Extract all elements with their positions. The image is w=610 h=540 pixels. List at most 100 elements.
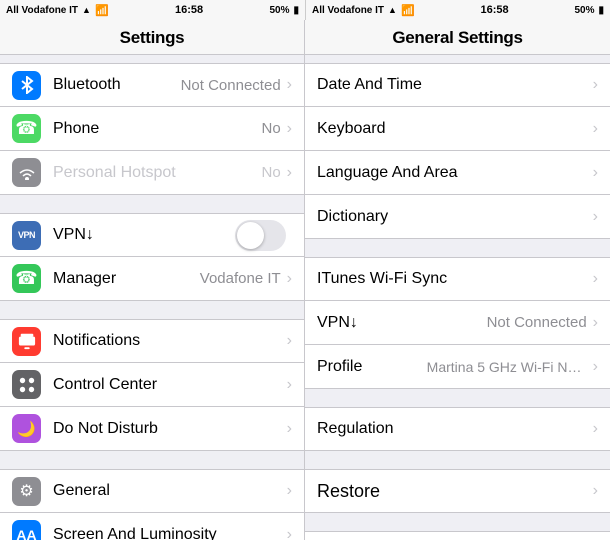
general-icon: ⚙ — [12, 477, 41, 506]
restore-label: Restore — [317, 481, 591, 502]
section-itunes: ITunes Wi-Fi Sync › VPN↓ Not Connected ›… — [305, 257, 610, 389]
phone-icon: ☎ — [12, 114, 41, 143]
itunes-wifi-chevron: › — [593, 270, 598, 288]
time-right: 16:58 — [481, 4, 509, 16]
do-not-disturb-label: Do Not Disturb — [53, 420, 285, 438]
notifications-icon — [12, 327, 41, 356]
battery-icon-right: ▮ — [598, 5, 604, 16]
manager-chevron: › — [287, 270, 292, 288]
row-profile[interactable]: Profile Martina 5 GHz Wi-Fi Network › — [305, 345, 610, 389]
row-dictionary[interactable]: Dictionary › — [305, 195, 610, 239]
row-screen[interactable]: AA Screen And Luminosity › — [0, 513, 304, 540]
profile-value: Martina 5 GHz Wi-Fi Network — [427, 359, 587, 375]
manager-value: Vodafone IT — [200, 270, 281, 287]
wifi-right: 📶 — [401, 4, 415, 17]
signal-left: ▲ — [82, 5, 91, 15]
row-bluetooth[interactable]: Bluetooth Not Connected › — [0, 63, 304, 107]
row-language[interactable]: Language And Area › — [305, 151, 610, 195]
screen-label: Screen And Luminosity — [53, 526, 285, 540]
dictionary-chevron: › — [593, 208, 598, 226]
section-display: ⚙ General › AA Screen And Luminosity › ❋… — [0, 469, 304, 540]
section-regulation: Regulation › — [305, 407, 610, 451]
profile-chevron: › — [593, 358, 598, 376]
notifications-label: Notifications — [53, 332, 285, 350]
keyboard-label: Keyboard — [317, 120, 591, 138]
battery-pct-right: 50% — [574, 5, 594, 16]
hotspot-label: Personal Hotspot — [53, 164, 261, 182]
phone-label: Phone — [53, 120, 261, 138]
row-turn[interactable]: Turn — [305, 531, 610, 540]
row-do-not-disturb[interactable]: 🌙 Do Not Disturb › — [0, 407, 304, 451]
row-keyboard[interactable]: Keyboard › — [305, 107, 610, 151]
bluetooth-icon — [12, 71, 41, 100]
main-content: Settings Bluetooth Not Connected › ☎ Pho… — [0, 20, 610, 540]
date-time-chevron: › — [593, 76, 598, 94]
wifi-left: 📶 — [95, 4, 109, 17]
battery-pct-left: 50% — [269, 5, 289, 16]
vpn-right-chevron: › — [593, 314, 598, 332]
bluetooth-label: Bluetooth — [53, 76, 181, 94]
screen-icon: AA — [12, 520, 41, 540]
status-bar: All Vodafone IT ▲ 📶 16:58 50% ▮ All Voda… — [0, 0, 610, 20]
manager-icon: ☎ — [12, 264, 41, 293]
control-center-label: Control Center — [53, 376, 285, 394]
row-date-time[interactable]: Date And Time › — [305, 63, 610, 107]
dictionary-label: Dictionary — [317, 208, 591, 226]
regulation-chevron: › — [593, 420, 598, 438]
phone-chevron: › — [287, 120, 292, 138]
section-vpn: VPN VPN↓ ☎ Manager Vodafone IT › — [0, 213, 304, 301]
row-regulation[interactable]: Regulation › — [305, 407, 610, 451]
right-panel-title: General Settings — [392, 28, 522, 47]
row-phone[interactable]: ☎ Phone No › — [0, 107, 304, 151]
manager-label: Manager — [53, 270, 200, 288]
row-general[interactable]: ⚙ General › — [0, 469, 304, 513]
carrier-right: All Vodafone IT — [312, 5, 384, 16]
vpn-right-value: Not Connected — [487, 314, 587, 331]
date-time-label: Date And Time — [317, 76, 591, 94]
left-panel: Settings Bluetooth Not Connected › ☎ Pho… — [0, 20, 305, 540]
vpn-icon: VPN — [12, 221, 41, 250]
general-label: General — [53, 482, 285, 500]
carrier-left: All Vodafone IT — [6, 5, 78, 16]
profile-label: Profile — [317, 358, 427, 376]
vpn-toggle[interactable] — [235, 220, 286, 251]
vpn-label: VPN↓ — [53, 226, 235, 244]
left-panel-title: Settings — [120, 28, 185, 47]
bluetooth-chevron: › — [287, 76, 292, 94]
section-turn: Turn — [305, 531, 610, 540]
phone-value: No — [261, 120, 280, 137]
row-restore[interactable]: Restore › — [305, 469, 610, 513]
hotspot-chevron: › — [287, 164, 292, 182]
row-vpn-right[interactable]: VPN↓ Not Connected › — [305, 301, 610, 345]
row-vpn[interactable]: VPN VPN↓ — [0, 213, 304, 257]
right-panel: General Settings Date And Time › Keyboar… — [305, 20, 610, 540]
status-bar-right: All Vodafone IT ▲ 📶 16:58 50% ▮ — [305, 0, 610, 20]
do-not-disturb-chevron: › — [287, 420, 292, 438]
language-label: Language And Area — [317, 164, 591, 182]
section-controls: Notifications › Control Center › 🌙 Do N — [0, 319, 304, 451]
do-not-disturb-icon: 🌙 — [12, 414, 41, 443]
hotspot-value: No — [261, 164, 280, 181]
itunes-wifi-label: ITunes Wi-Fi Sync — [317, 270, 591, 288]
screen-chevron: › — [287, 526, 292, 540]
row-itunes-wifi[interactable]: ITunes Wi-Fi Sync › — [305, 257, 610, 301]
bluetooth-value: Not Connected — [181, 77, 281, 94]
status-bar-left: All Vodafone IT ▲ 📶 16:58 50% ▮ — [0, 0, 305, 20]
regulation-label: Regulation — [317, 420, 591, 438]
control-center-chevron: › — [287, 376, 292, 394]
section-restore: Restore › — [305, 469, 610, 513]
section-network: Bluetooth Not Connected › ☎ Phone No › — [0, 63, 304, 195]
hotspot-icon — [12, 158, 41, 187]
restore-chevron: › — [593, 482, 598, 500]
keyboard-chevron: › — [593, 120, 598, 138]
time-left: 16:58 — [175, 4, 203, 16]
language-chevron: › — [593, 164, 598, 182]
row-manager[interactable]: ☎ Manager Vodafone IT › — [0, 257, 304, 301]
row-control-center[interactable]: Control Center › — [0, 363, 304, 407]
general-chevron: › — [287, 482, 292, 500]
control-center-icon — [12, 370, 41, 399]
row-notifications[interactable]: Notifications › — [0, 319, 304, 363]
signal-right: ▲ — [388, 5, 397, 15]
row-hotspot[interactable]: Personal Hotspot No › — [0, 151, 304, 195]
vpn-right-label: VPN↓ — [317, 314, 487, 332]
